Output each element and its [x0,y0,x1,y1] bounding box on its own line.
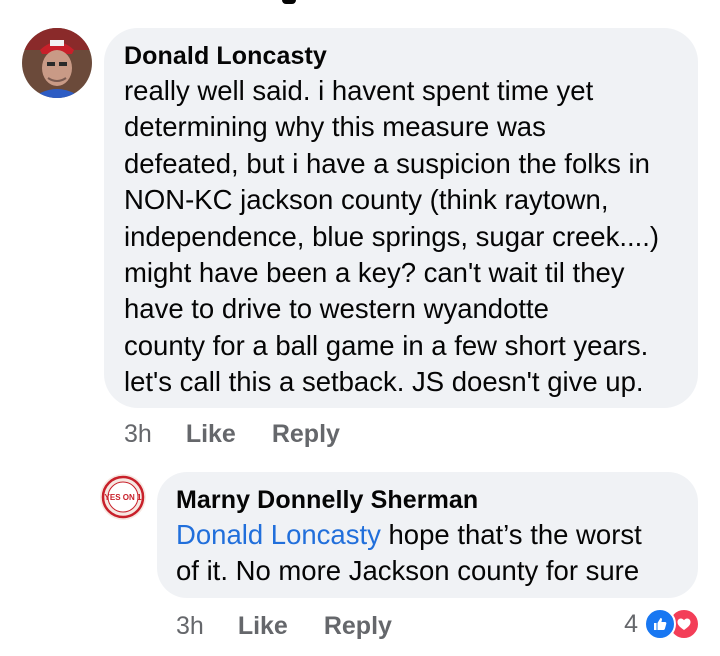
comment-author[interactable]: Donald Loncasty [124,42,327,71]
avatar[interactable] [22,28,92,98]
comment-actions: 3h Like Reply [176,612,392,641]
comment-line: really well said. i havent spent time ye… [124,75,594,106]
comment-line: have to drive to western wyandotte [124,293,549,325]
comment-text: Donald Loncasty hope that’s the worst of… [176,517,642,590]
comment-line-rest: hope that’s the worst [380,519,642,550]
comment-timestamp[interactable]: 3h [124,420,152,449]
like-button[interactable]: Like [238,612,288,641]
avatar[interactable]: YES ON 1 [100,474,146,520]
comment-line: of it. No more Jackson county for sure [176,555,640,587]
comment-timestamp[interactable]: 3h [176,612,204,641]
like-button[interactable]: Like [186,420,236,449]
reply-button[interactable]: Reply [324,612,392,641]
like-icon [644,608,676,640]
comment-line: defeated, but i have a suspicion the fol… [124,147,650,179]
comment-text: really well said. i havent spent time ye… [124,73,659,401]
comment-actions: 3h Like Reply [124,420,340,449]
comment-line: Donald Loncasty hope that’s the worst [176,517,642,553]
comment-line: county for a ball game in a few short ye… [124,329,649,361]
cropped-text-fragment [282,0,296,4]
comment-line: might have been a key? can't wait til th… [124,257,625,289]
comment-line: independence, blue springs, sugar creek.… [124,220,660,252]
avatar-badge-text: YES ON 1 [105,493,142,502]
comment-line: determining why this measure was [124,111,546,143]
mention-link[interactable]: Donald Loncasty [176,519,381,550]
comment-line: NON-KC jackson county (think raytown, [124,184,609,216]
reaction-summary[interactable]: 4 [624,608,700,640]
comment-author[interactable]: Marny Donnelly Sherman [176,486,478,515]
reply-button[interactable]: Reply [272,420,340,449]
comment-line: let's call this a setback. JS doesn't gi… [124,366,644,398]
reaction-count: 4 [624,609,638,638]
